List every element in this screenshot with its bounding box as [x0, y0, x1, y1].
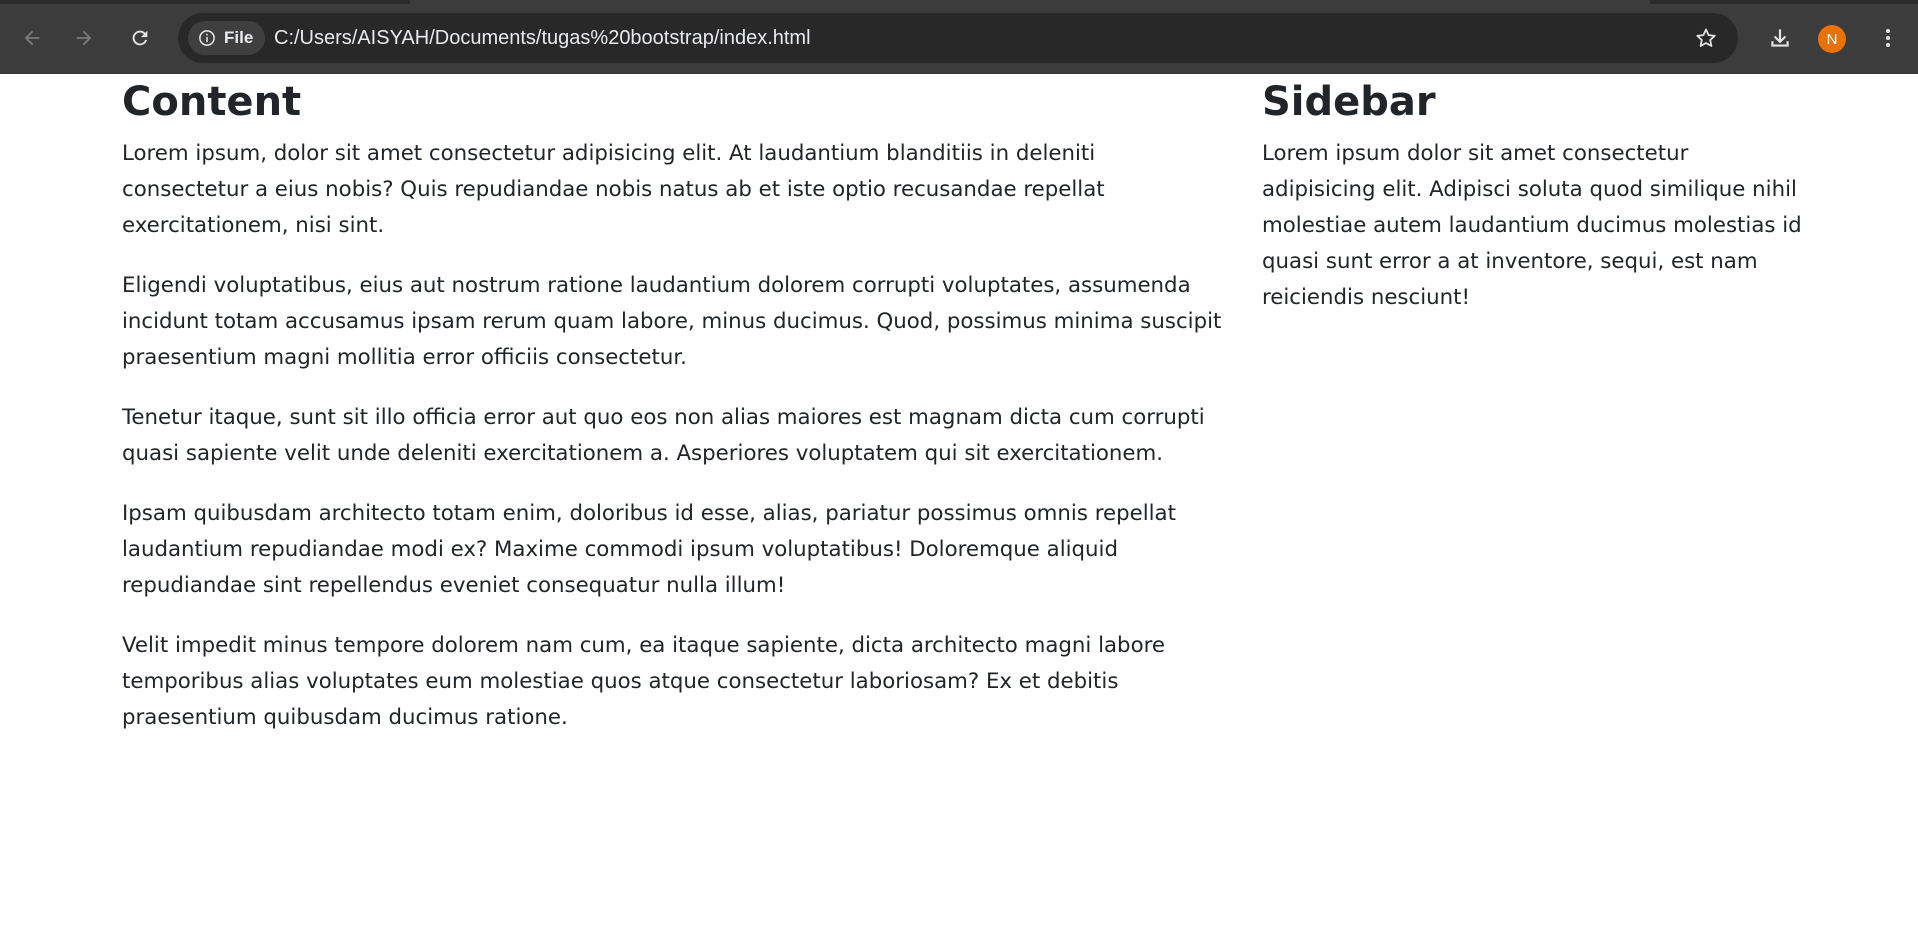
content-paragraph-2: Eligendi voluptatibus, eius aut nostrum …: [122, 273, 1222, 370]
site-info-chip[interactable]: File: [188, 21, 266, 55]
content-heading: Content: [122, 79, 302, 125]
content-paragraph-1: Lorem ipsum, dolor sit amet consectetur …: [122, 141, 1105, 238]
back-button[interactable]: [14, 20, 50, 56]
sidebar-heading: Sidebar: [1262, 79, 1436, 125]
profile-avatar[interactable]: N: [1818, 25, 1846, 53]
bookmark-button[interactable]: [1692, 24, 1720, 52]
reload-button[interactable]: [122, 20, 158, 56]
sidebar-paragraph: Lorem ipsum dolor sit amet consectetur a…: [1262, 141, 1802, 310]
content-paragraph-5: Velit impedit minus tempore dolorem nam …: [122, 633, 1165, 730]
content-paragraph-3: Tenetur itaque, sunt sit illo officia er…: [122, 405, 1205, 466]
arrow-right-icon: [76, 30, 92, 46]
active-tab-edge[interactable]: [410, 0, 1650, 4]
download-icon: [1771, 29, 1789, 47]
forward-button[interactable]: [66, 20, 102, 56]
info-icon: [199, 30, 215, 46]
tab-strip: [0, 0, 1918, 4]
arrow-left-icon: [24, 30, 40, 46]
reload-icon: [132, 30, 148, 46]
content-paragraph-4: Ipsam quibusdam architecto totam enim, d…: [122, 501, 1176, 598]
site-chip-label: File: [224, 28, 254, 47]
page-viewport: Content Lorem ipsum, dolor sit amet cons…: [0, 74, 1918, 951]
sidebar-column: Sidebar Lorem ipsum dolor sit amet conse…: [1262, 74, 1808, 340]
download-button[interactable]: [1762, 20, 1798, 56]
address-bar[interactable]: File C:/Users/AISYAH/Documents/tugas%20b…: [178, 13, 1738, 63]
content-column: Content Lorem ipsum, dolor sit amet cons…: [122, 74, 1222, 760]
url-text[interactable]: C:/Users/AISYAH/Documents/tugas%20bootst…: [274, 13, 811, 63]
three-dots-vertical-icon: [1886, 29, 1890, 47]
browser-toolbar: File C:/Users/AISYAH/Documents/tugas%20b…: [0, 0, 1918, 74]
star-icon: [1696, 28, 1716, 47]
browser-menu-button[interactable]: [1870, 20, 1906, 56]
